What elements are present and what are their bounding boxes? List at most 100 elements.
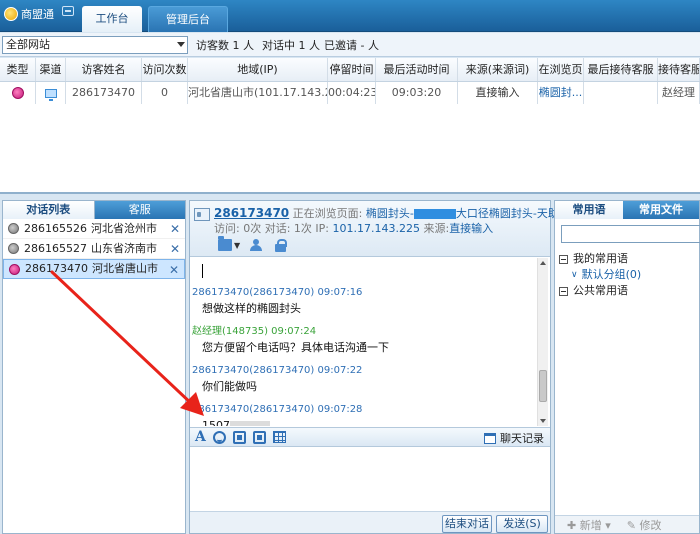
- tab-conversation-list[interactable]: 对话列表: [3, 201, 95, 219]
- scroll-up-icon[interactable]: [540, 261, 546, 265]
- chatting-count: 对话中 1 人: [262, 38, 320, 52]
- conversation-tabs: 对话列表 客服: [3, 201, 185, 219]
- tree-node-default-group[interactable]: ∨ 默认分组(0): [559, 267, 641, 283]
- message-text: 你们能做吗: [202, 380, 257, 393]
- collapse-icon[interactable]: [559, 286, 568, 296]
- redacted-text: [230, 421, 270, 426]
- browsing-page-title-end[interactable]: 大口径椭圆封头-天助网: [456, 207, 570, 220]
- image-icon[interactable]: [252, 430, 266, 444]
- message-meta: 286173470(286173470) 09:07:28: [192, 404, 363, 415]
- site-select-value: 全部网站: [6, 37, 50, 51]
- close-icon[interactable]: ✕: [170, 239, 180, 259]
- add-icon: ✚: [567, 518, 580, 532]
- visitor-name-cell: 286173470: [66, 82, 142, 104]
- conversation-region: 河北省沧州市: [91, 221, 157, 235]
- history-icon: [484, 432, 496, 444]
- column-header[interactable]: 在浏览页: [538, 58, 584, 81]
- tree-label: 我的常用语: [573, 252, 628, 265]
- chevron-down-icon[interactable]: ▼: [234, 241, 240, 250]
- message-meta: 286173470(286173470) 09:07:22: [192, 365, 363, 376]
- table-icon[interactable]: [272, 431, 286, 443]
- message-meta: 286173470(286173470) 09:07:16: [192, 287, 363, 298]
- menu-icon[interactable]: [62, 6, 74, 16]
- visitor-source: 直接输入: [449, 222, 494, 235]
- last-active-cell: 09:03:20: [376, 82, 458, 104]
- chat-actions: 结束对话 发送(S): [190, 511, 550, 533]
- chat-message: 286173470(286173470) 09:07:28 1507: [192, 403, 534, 426]
- add-phrase-button[interactable]: ✚ 新增 ▾: [567, 517, 611, 533]
- emoji-icon[interactable]: [212, 430, 226, 444]
- folder-icon[interactable]: [218, 236, 232, 251]
- chat-scrollbar[interactable]: [537, 258, 548, 426]
- conversation-panel: 对话列表 客服 286165526 河北省沧州市 ✕ 286165527 山东省…: [2, 200, 186, 534]
- tree-node-public[interactable]: 公共常用语: [559, 283, 641, 299]
- close-icon[interactable]: ✕: [170, 219, 180, 239]
- last-agent-cell: [584, 82, 658, 104]
- font-icon[interactable]: A: [195, 429, 206, 445]
- column-header[interactable]: 接待客服: [658, 58, 700, 81]
- workspace: 对话列表 客服 286165526 河北省沧州市 ✕ 286165527 山东省…: [0, 196, 700, 534]
- scroll-thumb[interactable]: [539, 370, 547, 402]
- visitor-avatar-icon: [8, 243, 19, 254]
- list-item[interactable]: 286165526 河北省沧州市 ✕: [3, 219, 185, 239]
- tab-common-phrases[interactable]: 常用语: [555, 201, 623, 219]
- visit-stats: 访问: 0次 对话: 1次 IP:: [214, 222, 329, 235]
- edit-icon: ✎: [626, 518, 640, 532]
- chat-panel: 286173470 正在浏览页面: 椭圆封头- 大口径椭圆封头-天助网 访问: 0…: [189, 200, 570, 534]
- chat-messages: 286173470(286173470) 09:07:16 想做这样的椭圆封头 …: [190, 258, 550, 426]
- agent-cell: 赵经理: [658, 82, 700, 104]
- chat-header-toolbar: ▼: [218, 236, 288, 252]
- message-text: 您方便留个电话吗？具体电话沟通一下: [202, 341, 389, 354]
- browsing-page-title[interactable]: 椭圆封头-: [366, 207, 414, 220]
- chat-message: 286173470(286173470) 09:07:16 想做这样的椭圆封头: [192, 286, 534, 318]
- edit-phrase-button[interactable]: ✎ 修改: [627, 517, 662, 533]
- end-chat-button[interactable]: 结束对话: [442, 515, 492, 533]
- column-header[interactable]: 最后接待客服: [584, 58, 658, 81]
- tab-agents[interactable]: 客服: [94, 201, 185, 219]
- message-text: 想做这样的椭圆封头: [202, 302, 301, 315]
- screenshot-icon[interactable]: [232, 430, 246, 444]
- column-header[interactable]: 访问次数: [142, 58, 188, 81]
- site-select[interactable]: 全部网站: [2, 35, 188, 54]
- chat-history-label: 聊天记录: [500, 432, 544, 445]
- conversation-region: 河北省唐山市: [92, 262, 158, 275]
- app-logo-icon: [4, 7, 18, 21]
- tree-node-mine[interactable]: 我的常用语: [559, 251, 641, 267]
- transfer-user-icon[interactable]: [250, 239, 264, 251]
- list-item[interactable]: 286173470 河北省唐山市 ✕: [3, 259, 185, 279]
- scroll-down-icon[interactable]: [540, 419, 546, 423]
- close-icon[interactable]: ✕: [169, 260, 179, 280]
- collapse-icon[interactable]: [559, 254, 568, 264]
- list-item[interactable]: 286165527 山东省济南市 ✕: [3, 239, 185, 259]
- editor-toolbar: A 聊天记录: [190, 427, 550, 447]
- chat-header: 286173470 正在浏览页面: 椭圆封头- 大口径椭圆封头-天助网 访问: 0…: [190, 201, 570, 257]
- tree-label: 默认分组(0): [581, 268, 642, 281]
- column-header[interactable]: 停留时间: [328, 58, 376, 81]
- send-button[interactable]: 发送(S): [496, 515, 548, 533]
- table-row[interactable]: 286173470 0 河北省唐山市(101.17.143.225) 00:04…: [0, 82, 700, 104]
- lock-icon[interactable]: [274, 239, 288, 252]
- table-header: 类型 渠道 访客姓名 访问次数 地域(IP) 停留时间 最后活动时间 来源(来源…: [0, 58, 700, 82]
- tab-workbench[interactable]: 工作台: [82, 6, 142, 32]
- chevron-down-icon: [177, 41, 185, 47]
- message-input[interactable]: [190, 448, 550, 510]
- chat-history-button[interactable]: 聊天记录: [484, 430, 544, 446]
- column-header[interactable]: 访客姓名: [66, 58, 142, 81]
- visitor-card-icon: [194, 208, 210, 221]
- app-title: 商盟通: [21, 8, 54, 21]
- source-cell: 直接输入: [458, 82, 538, 104]
- tab-admin[interactable]: 管理后台: [148, 6, 228, 32]
- column-header[interactable]: 渠道: [36, 58, 66, 81]
- redacted-text: [413, 209, 456, 219]
- quick-replies-tabs: 常用语 常用文件: [555, 201, 699, 219]
- tab-common-files[interactable]: 常用文件: [623, 201, 699, 219]
- chevron-down-icon: ∨: [571, 270, 578, 280]
- browsing-page-cell[interactable]: 椭圆封...: [538, 82, 584, 104]
- column-header[interactable]: 类型: [0, 58, 36, 81]
- column-header[interactable]: 来源(来源词): [458, 58, 538, 81]
- column-header[interactable]: 最后活动时间: [376, 58, 458, 81]
- phrase-search-input[interactable]: [561, 225, 700, 243]
- chat-visitor-id[interactable]: 286173470: [214, 206, 289, 220]
- visitor-avatar-icon: [9, 263, 20, 275]
- column-header[interactable]: 地域(IP): [188, 58, 328, 81]
